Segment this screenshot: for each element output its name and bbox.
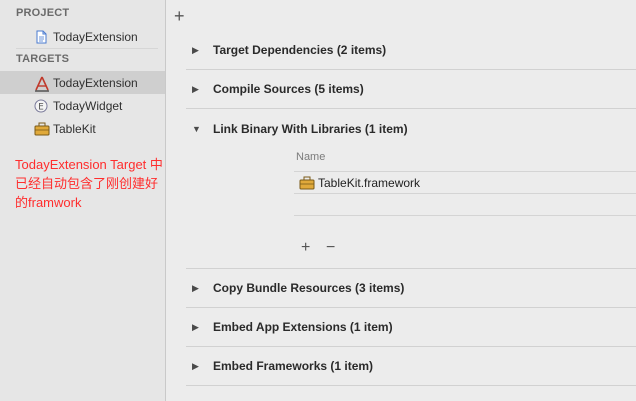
disclosure-triangle-expanded-icon[interactable]: ▼ [192,124,204,134]
annotation-note: TodayExtension Target 中已经自动包含了刚创建好的framw… [15,157,163,210]
framework-toolbox-icon [299,176,315,190]
phase-title: Compile Sources (5 items) [213,82,364,96]
disclosure-triangle-icon[interactable]: ▶ [192,361,204,372]
sidebar-item-target-todaywidget[interactable]: E TodayWidget [0,94,165,117]
table-row[interactable]: TableKit.framework [294,171,636,193]
phase-embed-frameworks[interactable]: ▶ Embed Frameworks (1 item) [186,347,636,386]
sidebar-item-label: TableKit [53,121,96,136]
build-phases-editor: + ▶ Target Dependencies (2 items) ▶ Comp… [166,0,636,401]
table-row-empty [294,193,636,215]
phase-title: Embed App Extensions (1 item) [213,320,393,334]
sidebar: PROJECT TodayExtension TARGETS TodayExte… [0,0,166,401]
link-binary-content: Name TableKit.framework + − [186,147,636,269]
project-section-header: PROJECT [16,7,70,19]
framework-toolbox-icon [34,122,50,136]
phase-link-binary[interactable]: ▼ Link Binary With Libraries (1 item) [186,109,636,148]
phase-copy-bundle-resources[interactable]: ▶ Copy Bundle Resources (3 items) [186,269,636,308]
column-header-name[interactable]: Name [296,151,325,163]
sidebar-item-label: TodayWidget [53,98,123,113]
sidebar-item-project[interactable]: TodayExtension [0,25,165,48]
phase-title: Copy Bundle Resources (3 items) [213,281,405,295]
sidebar-item-label: TodayExtension [53,75,138,90]
phase-title: Embed Frameworks (1 item) [213,359,374,373]
document-icon [34,30,48,44]
disclosure-triangle-icon[interactable]: ▶ [192,84,204,95]
phase-compile-sources[interactable]: ▶ Compile Sources (5 items) [186,70,636,109]
library-name: TableKit.framework [318,175,421,190]
phase-target-dependencies[interactable]: ▶ Target Dependencies (2 items) [186,31,636,70]
remove-library-button[interactable]: − [326,240,335,256]
svg-text:E: E [38,102,44,112]
phase-title: Link Binary With Libraries (1 item) [213,121,408,136]
phase-embed-app-extensions[interactable]: ▶ Embed App Extensions (1 item) [186,308,636,347]
phase-title: Target Dependencies (2 items) [213,43,387,57]
disclosure-triangle-icon[interactable]: ▶ [192,322,204,333]
sidebar-item-target-todayextension[interactable]: TodayExtension [0,71,165,94]
targets-section-header: TARGETS [16,53,70,65]
disclosure-triangle-icon[interactable]: ▶ [192,283,204,294]
sidebar-divider [16,48,158,49]
sidebar-item-label: TodayExtension [53,29,138,44]
disclosure-triangle-icon[interactable]: ▶ [192,45,204,56]
sidebar-item-target-tablekit[interactable]: TableKit [0,117,165,140]
app-target-icon [34,76,49,92]
add-build-phase-button[interactable]: + [174,7,185,25]
add-library-button[interactable]: + [301,240,310,256]
extension-icon: E [34,99,48,113]
table-row-empty [294,215,636,237]
